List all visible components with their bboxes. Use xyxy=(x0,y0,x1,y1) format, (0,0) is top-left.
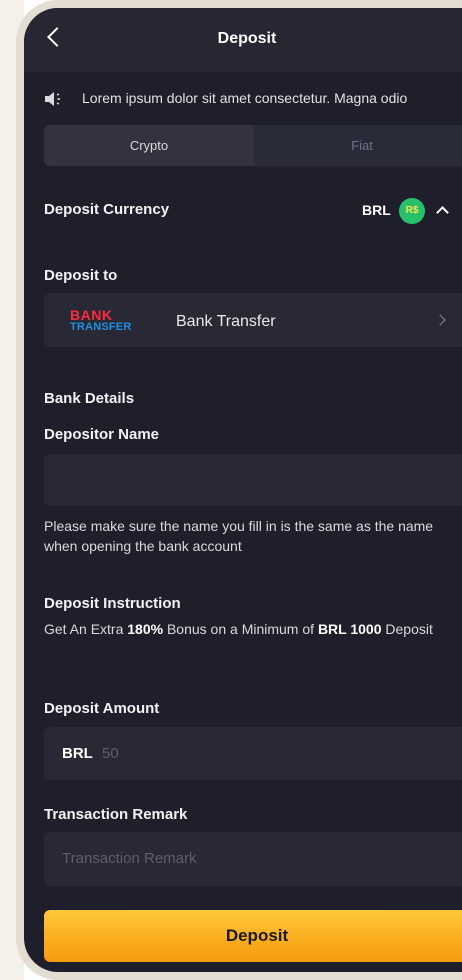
deposit-screen: Deposit Lorem ipsum dolor sit amet conse… xyxy=(24,8,462,972)
deposit-currency-label: Deposit Currency xyxy=(44,201,170,218)
chevron-right-icon xyxy=(434,314,446,326)
page-title: Deposit xyxy=(217,30,277,47)
remark-placeholder: Transaction Remark xyxy=(62,850,197,867)
deposit-button[interactable]: Deposit xyxy=(44,910,462,962)
tab-crypto[interactable]: Crypto xyxy=(44,125,254,166)
bank-details-heading: Bank Details xyxy=(44,390,135,407)
bank-logo-line2: TRANSFER xyxy=(70,321,132,333)
deposit-instruction-heading: Deposit Instruction xyxy=(44,595,181,612)
brl-currency-icon: R$ xyxy=(399,198,425,224)
top-bar: Deposit xyxy=(24,8,462,72)
transaction-remark-input[interactable]: Transaction Remark xyxy=(44,832,462,886)
deposit-instruction-text: Get An Extra 180% Bonus on a Minimum of … xyxy=(44,621,433,637)
deposit-amount-label: Deposit Amount xyxy=(44,700,160,717)
depositor-name-input[interactable] xyxy=(44,454,462,506)
announcement-bar: Lorem ipsum dolor sit amet consectetur. … xyxy=(44,89,462,109)
tab-fiat[interactable]: Fiat xyxy=(254,125,462,166)
depositor-name-hint: Please make sure the name you fill in is… xyxy=(44,518,434,554)
currency-selector[interactable]: BRL R$ xyxy=(362,198,462,224)
depositor-name-label: Depositor Name xyxy=(44,426,160,443)
speaker-icon xyxy=(45,92,60,106)
deposit-to-label: Deposit to xyxy=(44,267,118,284)
transaction-remark-label: Transaction Remark xyxy=(44,806,188,823)
bank-transfer-logo: BANK TRANSFER xyxy=(70,307,144,334)
currency-code: BRL xyxy=(362,202,391,218)
announcement-text: Lorem ipsum dolor sit amet consectetur. … xyxy=(82,90,408,106)
device-frame: Deposit Lorem ipsum dolor sit amet conse… xyxy=(16,0,462,980)
payment-method-selector[interactable]: BANK TRANSFER Bank Transfer xyxy=(44,293,462,347)
payment-method-name: Bank Transfer xyxy=(176,313,276,330)
amount-placeholder: 50 xyxy=(102,745,119,762)
chevron-up-icon xyxy=(436,206,449,219)
amount-currency-prefix: BRL xyxy=(62,745,93,762)
deposit-amount-input[interactable]: BRL 50 xyxy=(44,727,462,780)
deposit-type-tabs: Crypto Fiat xyxy=(44,125,462,166)
